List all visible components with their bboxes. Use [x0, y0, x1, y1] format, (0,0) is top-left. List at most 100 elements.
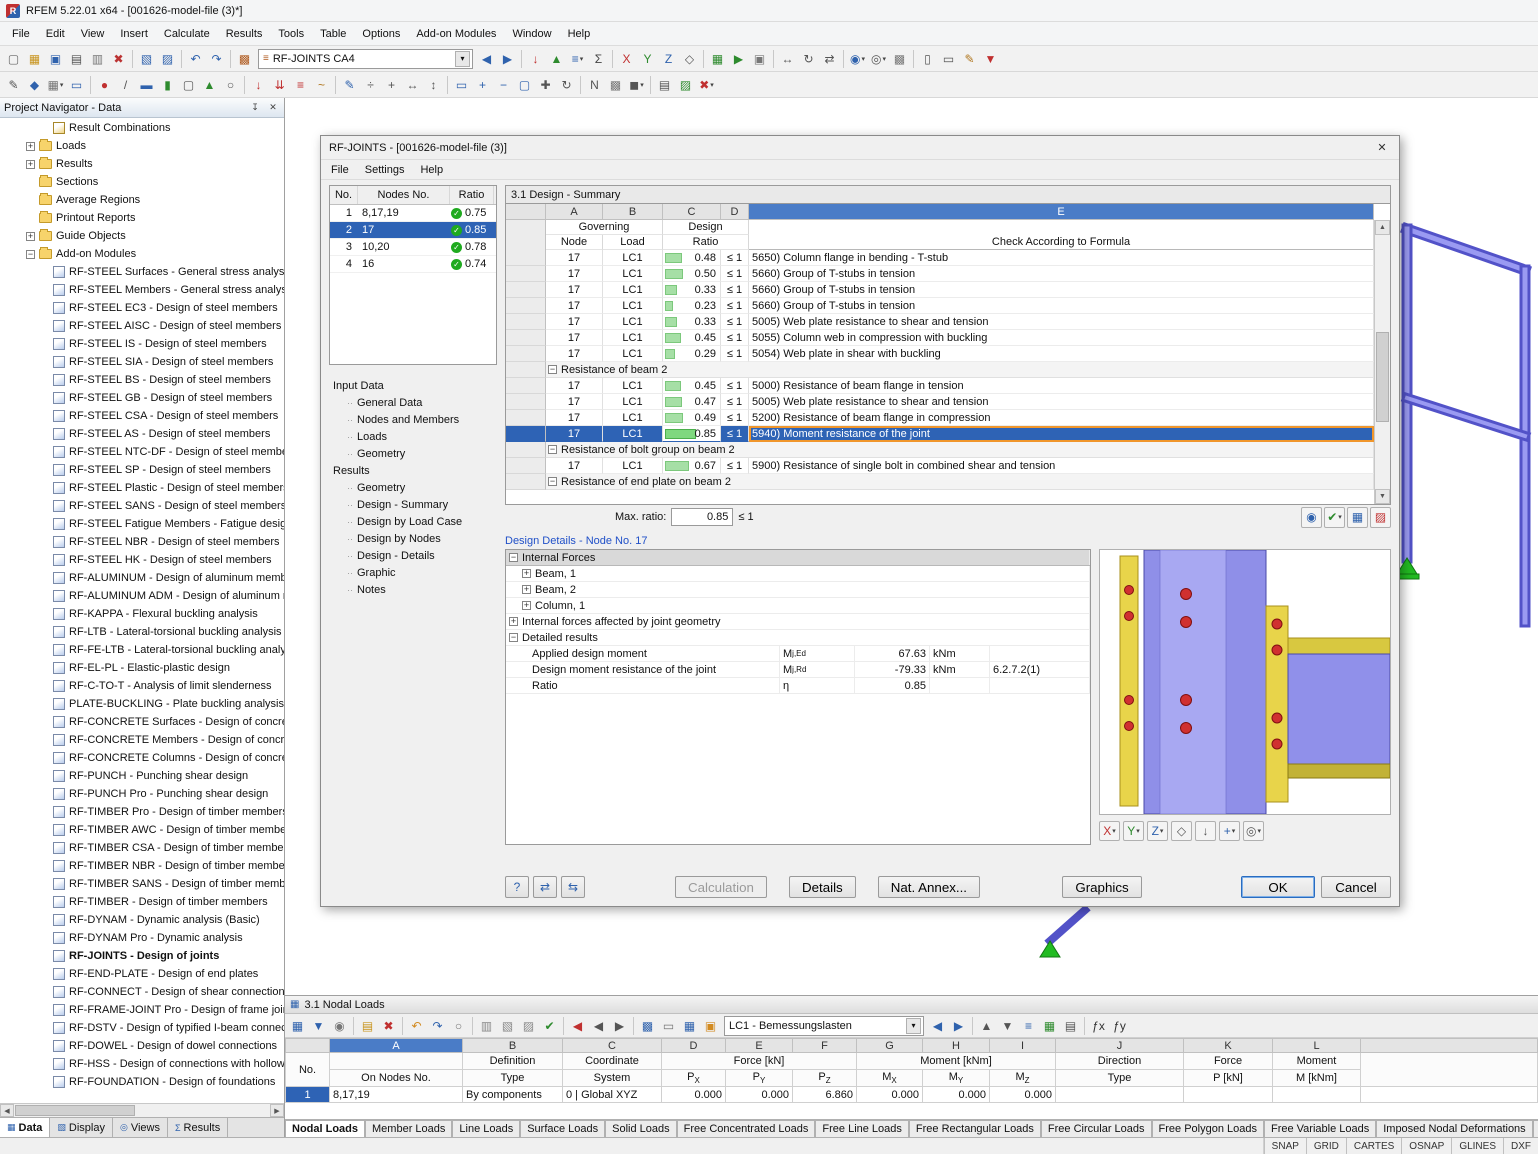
new-line-load-icon[interactable]: ≡ [290, 74, 311, 95]
fy-function-icon[interactable]: ƒy [1109, 1015, 1130, 1036]
expander-icon[interactable]: + [522, 569, 531, 578]
row-selector[interactable] [506, 410, 546, 426]
tree-item-rf-hss-design-of-connections-with-hollow-sections[interactable]: RF-HSS - Design of connections with holl… [0, 1055, 284, 1073]
tree-item-rf-concrete-columns-design-of-concrete[interactable]: RF-CONCRETE Columns - Design of concrete [0, 749, 284, 767]
close-icon[interactable]: ✕ [266, 101, 280, 115]
row-selector[interactable] [506, 266, 546, 282]
detail-row[interactable]: − Internal Forces [506, 550, 1090, 566]
calculator-icon[interactable]: ▦ [679, 1015, 700, 1036]
zoom-mode-icon[interactable]: + ▾ [1219, 821, 1240, 841]
dimension-icon[interactable]: ↕ [423, 74, 444, 95]
expander-icon[interactable]: − [509, 553, 518, 562]
tree-item-rf-end-plate-design-of-end-plates[interactable]: RF-END-PLATE - Design of end plates [0, 965, 284, 983]
tree-item-rf-steel-bs-design-of-steel-members[interactable]: RF-STEEL BS - Design of steel members [0, 371, 284, 389]
menu-calculate[interactable]: Calculate [156, 25, 218, 43]
tree-item-rf-punch-pro-punching-shear-design[interactable]: RF-PUNCH Pro - Punching shear design [0, 785, 284, 803]
delete-row-icon[interactable]: ✖ [378, 1015, 399, 1036]
table-filter-icon[interactable]: ▼ [308, 1015, 329, 1036]
result-values-icon[interactable]: Σ [588, 48, 609, 69]
export-graphic-icon[interactable]: ▨ [675, 74, 696, 95]
undo-icon[interactable]: ↶ [185, 48, 206, 69]
menu-window[interactable]: Window [504, 25, 559, 43]
navigator-horizontal-scrollbar[interactable]: ◀ ▶ [0, 1103, 284, 1117]
navigator-tab-results[interactable]: Σ Results [167, 1118, 229, 1137]
column-letter-b[interactable]: B [603, 204, 663, 220]
table-tab-nodal-loads[interactable]: Nodal Loads [285, 1120, 366, 1137]
rotate-view-icon[interactable]: ↻ [556, 74, 577, 95]
render-mode-icon[interactable]: ◼ ▾ [626, 74, 647, 95]
navigator-tab-data[interactable]: ▦ Data [0, 1118, 51, 1137]
delete-results-icon[interactable]: ✖ ▾ [696, 74, 717, 95]
summary-row[interactable]: 17 LC1 0.67 ≤ 1 5900) Resistance of single b… [506, 458, 1374, 474]
collapse-icon[interactable]: − [548, 365, 557, 374]
project-navigator-toggle-icon[interactable]: ▧ [136, 48, 157, 69]
dialog-nav-nodes-and-members[interactable]: ·· Nodes and Members [329, 411, 497, 428]
rotate-entities-icon[interactable]: ↻ [798, 48, 819, 69]
tree-item-rf-timber-design-of-timber-members[interactable]: RF-TIMBER - Design of timber members [0, 893, 284, 911]
grid-settings-icon[interactable]: ▦ ▾ [45, 74, 66, 95]
menu-insert[interactable]: Insert [112, 25, 156, 43]
tree-item-results[interactable]: + Results [0, 155, 284, 173]
excel-export-icon[interactable]: ▦ [1039, 1015, 1060, 1036]
tree-item-rf-steel-sp-design-of-steel-members[interactable]: RF-STEEL SP - Design of steel members [0, 461, 284, 479]
jump-first-icon[interactable]: ◀ [567, 1015, 588, 1036]
row-selector[interactable] [506, 314, 546, 330]
design-case-row[interactable]: 2 17 ✓ 0.85 [330, 222, 496, 239]
summary-row[interactable]: 17 LC1 0.33 ≤ 1 5660) Group of T-stubs in te… [506, 282, 1374, 298]
tree-item-rf-steel-aisc-design-of-steel-members[interactable]: RF-STEEL AISC - Design of steel members [0, 317, 284, 335]
menu-edit[interactable]: Edit [38, 25, 73, 43]
load-case-manager-icon[interactable]: ▩ [234, 48, 255, 69]
column-letter-k[interactable]: K [1183, 1038, 1273, 1053]
expander-icon[interactable]: + [26, 159, 35, 169]
expander-icon[interactable]: + [522, 585, 531, 594]
import-table-icon[interactable]: ▧ [497, 1015, 518, 1036]
export-to-rfem-icon[interactable]: ⇄ [533, 876, 557, 898]
detail-row[interactable]: + Column, 1 [506, 598, 1090, 614]
column-letter-a[interactable]: A [329, 1038, 463, 1053]
summary-vertical-scrollbar[interactable]: ▲ ▼ [1374, 220, 1390, 504]
menu-table[interactable]: Table [312, 25, 354, 43]
jump-next-icon[interactable]: ▶ [609, 1015, 630, 1036]
divide-member-icon[interactable]: ÷ [360, 74, 381, 95]
detail-row[interactable]: Applied design moment Mj,Ed 67.63 kNm [506, 646, 1090, 662]
work-plane-icon[interactable]: ▭ [66, 74, 87, 95]
collapse-icon[interactable]: − [548, 477, 557, 486]
new-opening-icon[interactable]: ▢ [178, 74, 199, 95]
display-table-icon[interactable]: ▣ [700, 1015, 721, 1036]
table-tab-member-loads[interactable]: Member Loads [365, 1120, 453, 1137]
tree-item-rf-steel-gb-design-of-steel-members[interactable]: RF-STEEL GB - Design of steel members [0, 389, 284, 407]
quick-print-icon[interactable]: ▤ [654, 74, 675, 95]
column-letter-g[interactable]: G [856, 1038, 923, 1053]
y-axis-view-icon[interactable]: Y [637, 48, 658, 69]
graphics-button[interactable]: Graphics [1062, 876, 1143, 898]
tree-item-average-regions[interactable]: Average Regions [0, 191, 284, 209]
column-letter-f[interactable]: F [792, 1038, 857, 1053]
row-selector[interactable] [506, 282, 546, 298]
menu-help[interactable]: Help [560, 25, 599, 43]
previous-load-case-icon[interactable]: ◀ [476, 48, 497, 69]
dialog-nav-graphic[interactable]: ·· Graphic [329, 564, 497, 581]
x-axis-view-icon[interactable]: X [616, 48, 637, 69]
details-button[interactable]: Details [788, 876, 856, 898]
tree-item-rf-timber-nbr-design-of-timber-members[interactable]: RF-TIMBER NBR - Design of timber members [0, 857, 284, 875]
menu-view[interactable]: View [73, 25, 113, 43]
sort-ascending-icon[interactable]: ▲ [976, 1015, 997, 1036]
next-load-case-icon[interactable]: ▶ [497, 48, 518, 69]
dialog-menu-settings[interactable]: Settings [357, 162, 413, 178]
panel-toggle-icon[interactable]: ▯ [917, 48, 938, 69]
export-table-icon[interactable]: ▨ [518, 1015, 539, 1036]
detail-row[interactable]: − Detailed results [506, 630, 1090, 646]
row-selector[interactable] [506, 426, 546, 442]
chevron-down-icon[interactable]: ▾ [455, 50, 470, 67]
dialog-nav-design-by-nodes[interactable]: ·· Design by Nodes [329, 530, 497, 547]
column-letter-b[interactable]: B [462, 1038, 563, 1053]
summary-row[interactable]: 17 LC1 0.23 ≤ 1 5660) Group of T-stubs in te… [506, 298, 1374, 314]
table-tab-imposed-line-deformations[interactable]: Imposed Line Deformations [1532, 1120, 1538, 1137]
tree-item-rf-steel-is-design-of-steel-members[interactable]: RF-STEEL IS - Design of steel members [0, 335, 284, 353]
export-result-table-icon[interactable]: ▨ [1370, 506, 1391, 528]
status-toggle-dxf[interactable]: DXF [1503, 1138, 1538, 1154]
tree-item-rf-aluminum-adm-design-of-aluminum-members[interactable]: RF-ALUMINUM ADM - Design of aluminum mem… [0, 587, 284, 605]
row-selector[interactable] [506, 250, 546, 266]
next-table-icon[interactable]: ▶ [948, 1015, 969, 1036]
column-letter-c[interactable]: C [663, 204, 721, 220]
